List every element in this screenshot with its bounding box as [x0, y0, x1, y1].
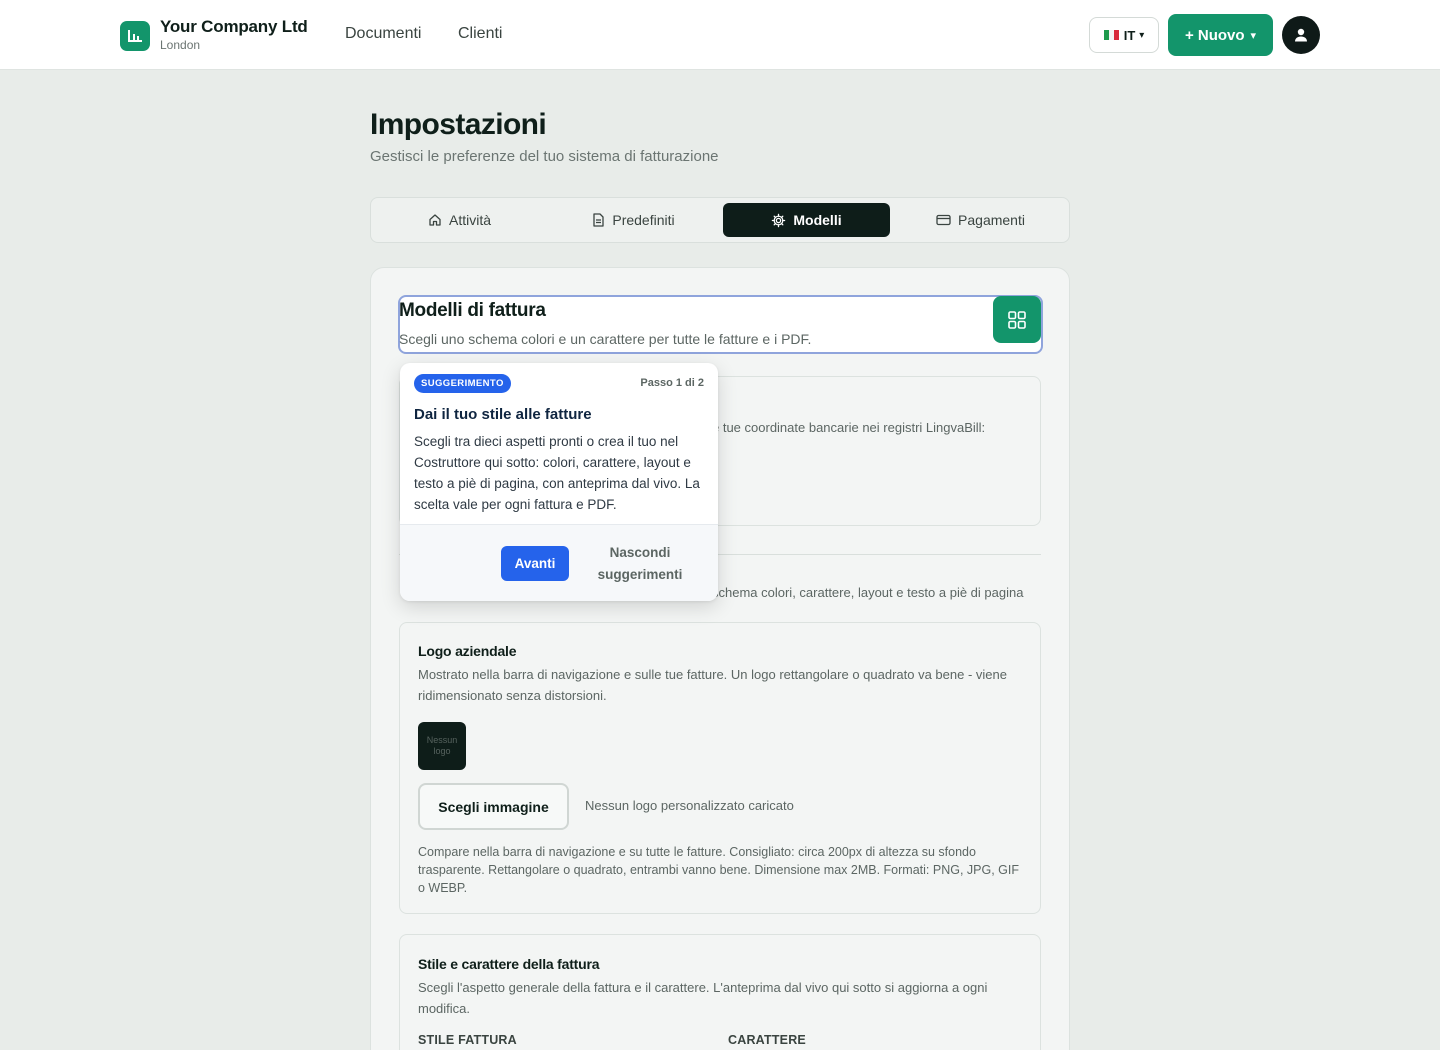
italy-flag-icon	[1103, 30, 1119, 40]
tab-label: Predefiniti	[612, 212, 675, 228]
card-subtitle: Scegli uno schema colori e un carattere …	[399, 331, 812, 347]
grid-icon	[1008, 310, 1026, 329]
tab-modelli[interactable]: Modelli	[723, 203, 890, 237]
next-button[interactable]: Avanti	[501, 546, 569, 581]
nav-documenti[interactable]: Documenti	[345, 25, 421, 43]
company-brand[interactable]: Your Company Ltd London	[120, 18, 308, 53]
nav-clienti[interactable]: Clienti	[458, 25, 502, 43]
choose-image-button[interactable]: Scegli immagine	[418, 783, 569, 830]
chevron-down-icon: ▾	[1139, 29, 1145, 41]
tab-label: Pagamenti	[958, 212, 1025, 228]
tab-label: Modelli	[793, 212, 842, 228]
settings-tabs: Attività Predefiniti Modelli Pagamenti	[370, 197, 1070, 243]
company-name: Your Company Ltd	[160, 17, 308, 36]
style-section-description: Scegli l'aspetto generale della fattura …	[418, 980, 988, 1016]
font-label: CARATTERE	[728, 1033, 806, 1047]
logo-hint-text: Compare nella barra di navigazione e su …	[418, 845, 1019, 895]
tip-footer: Avanti Nascondi suggerimenti	[400, 524, 718, 601]
home-icon	[429, 214, 441, 226]
tip-title: Dai il tuo stile alle fatture	[414, 406, 592, 423]
invoice-style-label: STILE FATTURA	[418, 1033, 517, 1047]
new-button-label: + Nuovo	[1184, 26, 1245, 44]
logo-placeholder-text: Nessun logo	[426, 735, 458, 756]
tab-predefiniti[interactable]: Predefiniti	[550, 203, 717, 237]
bank-details-text: e tue coordinate bancarie nei registri L…	[712, 420, 986, 435]
chevron-down-icon: ▾	[1250, 29, 1257, 42]
page-subtitle: Gestisci le preferenze del tuo sistema d…	[370, 148, 719, 165]
new-document-button[interactable]: + Nuovo ▾	[1168, 14, 1273, 56]
language-code: IT	[1123, 27, 1136, 43]
company-city: London	[160, 38, 201, 52]
user-avatar[interactable]	[1282, 16, 1320, 54]
builder-description-text: schema colori, carattere, layout e testo…	[712, 585, 1024, 600]
gear-icon	[772, 213, 786, 227]
tab-label: Attività	[448, 212, 491, 228]
card-icon	[936, 214, 951, 226]
page-title: Impostazioni	[370, 108, 547, 141]
logo-section-description: Mostrato nella barra di navigazione e su…	[418, 667, 1007, 703]
style-section-title: Stile e carattere della fattura	[418, 956, 600, 972]
tip-step-counter: Passo 1 di 2	[640, 377, 704, 389]
language-selector[interactable]: IT ▾	[1089, 17, 1159, 53]
tip-body: Scegli tra dieci aspetti pronti o crea i…	[414, 434, 700, 512]
top-navbar: Your Company Ltd London Documenti Client…	[0, 0, 1440, 70]
tab-pagamenti[interactable]: Pagamenti	[897, 203, 1064, 237]
logo-section-title: Logo aziendale	[418, 643, 517, 659]
logo-status-text: Nessun logo personalizzato caricato	[585, 798, 794, 813]
tip-badge: SUGGERIMENTO	[414, 374, 511, 393]
onboarding-tooltip: SUGGERIMENTO Passo 1 di 2 Dai il tuo sti…	[400, 363, 718, 601]
chart-logo-icon	[120, 20, 150, 51]
logo-preview: Nessun logo	[418, 722, 466, 770]
layout-grid-button[interactable]	[993, 296, 1041, 343]
tab-attivita[interactable]: Attività	[376, 203, 543, 237]
card-title: Modelli di fattura	[399, 300, 546, 321]
hide-tips-button[interactable]: Nascondi suggerimenti	[586, 542, 694, 586]
user-icon	[1295, 28, 1307, 42]
document-icon	[593, 213, 605, 227]
